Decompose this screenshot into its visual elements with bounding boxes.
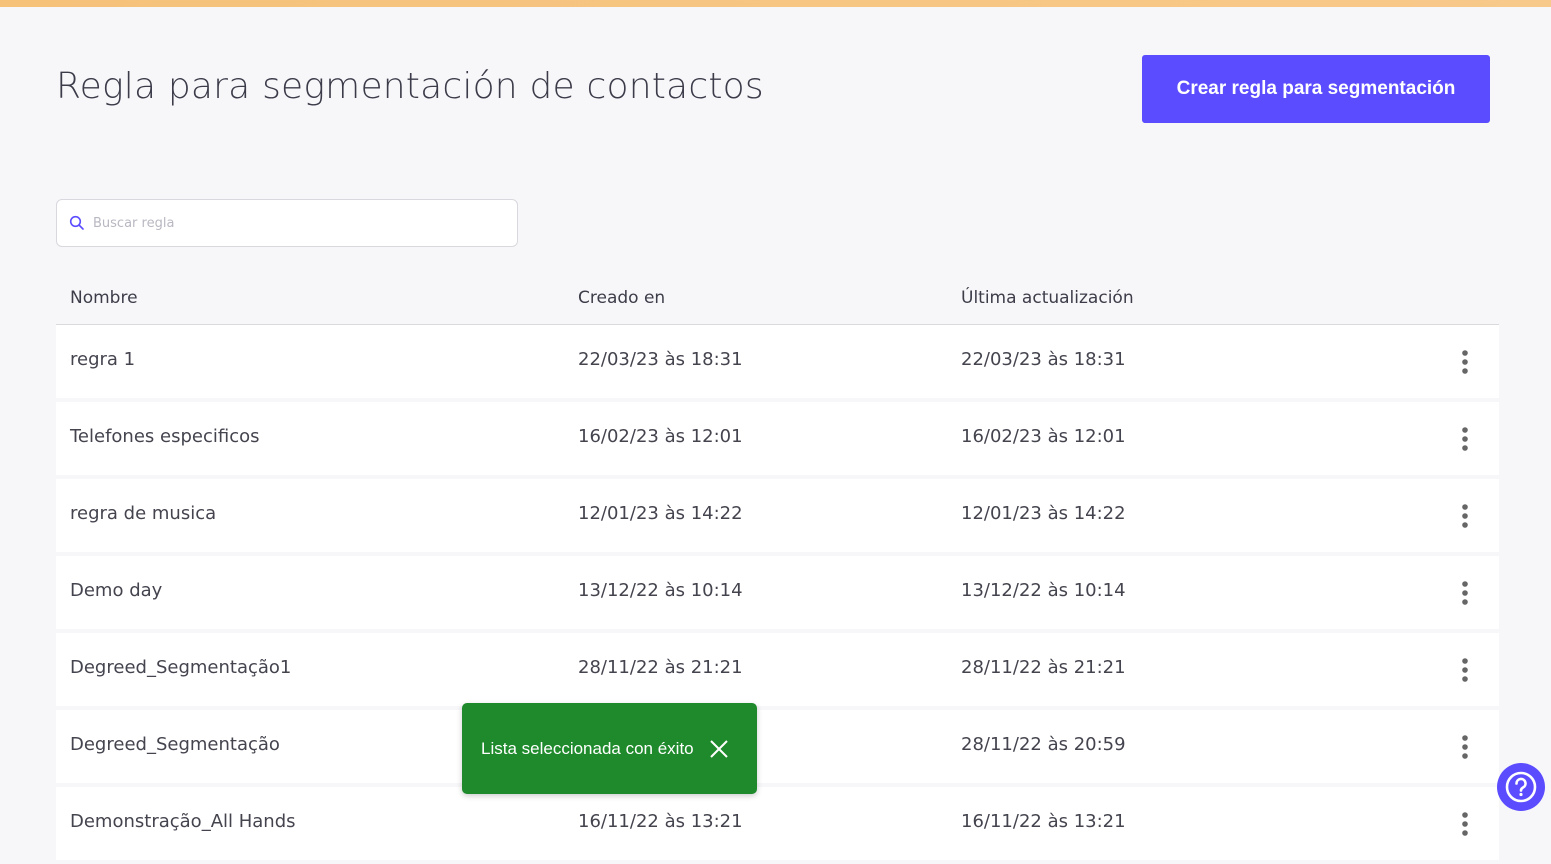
cell-name: regra de musica	[70, 503, 217, 524]
cell-created: 22/03/23 às 18:31	[578, 349, 743, 370]
cell-updated: 16/11/22 às 13:21	[961, 811, 1126, 832]
column-header-created[interactable]: Creado en	[578, 288, 665, 308]
cell-name: Demo day	[70, 580, 163, 601]
cell-created: 16/11/22 às 13:21	[578, 811, 743, 832]
cell-name: Degreed_Segmentação1	[70, 657, 292, 678]
create-rule-button[interactable]: Crear regla para segmentación	[1142, 55, 1490, 123]
search-input[interactable]	[93, 215, 503, 231]
table-row[interactable]: Demonstração_All Hands 16/11/22 às 13:21 1…	[56, 787, 1499, 860]
kebab-menu-icon[interactable]	[1454, 501, 1476, 531]
search-box[interactable]	[56, 199, 518, 247]
cell-name: regra 1	[70, 349, 136, 370]
table-row[interactable]: regra de musica 12/01/23 às 14:22 12/01/23…	[56, 479, 1499, 552]
help-icon	[1503, 769, 1539, 805]
column-header-name[interactable]: Nombre	[70, 288, 138, 308]
cell-updated: 16/02/23 às 12:01	[961, 426, 1126, 447]
cell-updated: 28/11/22 às 20:59	[961, 734, 1126, 755]
cell-updated: 12/01/23 às 14:22	[961, 503, 1126, 524]
toast-message: Lista seleccionada con éxito	[481, 738, 694, 758]
cell-updated: 22/03/23 às 18:31	[961, 349, 1126, 370]
cell-created: 28/11/22 às 21:21	[578, 657, 743, 678]
close-icon[interactable]	[708, 738, 730, 760]
column-header-updated[interactable]: Última actualización	[961, 288, 1134, 308]
table-row[interactable]: Demo day 13/12/22 às 10:14 13/12/22 às 10:…	[56, 556, 1499, 629]
kebab-menu-icon[interactable]	[1454, 578, 1476, 608]
top-accent-bar	[0, 0, 1551, 7]
table-row[interactable]: regra 1 22/03/23 às 18:31 22/03/23 às 18:3…	[56, 325, 1499, 398]
page-title: Regla para segmentación de contactos	[56, 66, 764, 107]
kebab-menu-icon[interactable]	[1454, 809, 1476, 839]
cell-created: 12/01/23 às 14:22	[578, 503, 743, 524]
kebab-menu-icon[interactable]	[1454, 424, 1476, 454]
search-icon	[69, 215, 85, 231]
kebab-menu-icon[interactable]	[1454, 347, 1476, 377]
help-button[interactable]	[1497, 763, 1545, 811]
rules-table: Nombre Creado en Última actualización re…	[56, 274, 1499, 864]
table-row[interactable]: Telefones especificos 16/02/23 às 12:01 16…	[56, 402, 1499, 475]
table-body: regra 1 22/03/23 às 18:31 22/03/23 às 18:3…	[56, 325, 1499, 860]
cell-created: 16/02/23 às 12:01	[578, 426, 743, 447]
kebab-menu-icon[interactable]	[1454, 732, 1476, 762]
cell-name: Degreed_Segmentação	[70, 734, 280, 755]
cell-name: Demonstração_All Hands	[70, 811, 296, 832]
table-row[interactable]: Degreed_Segmentação28/11/22 às 20:5928/1…	[56, 710, 1499, 783]
kebab-menu-icon[interactable]	[1454, 655, 1476, 685]
cell-updated: 28/11/22 às 21:21	[961, 657, 1126, 678]
cell-updated: 13/12/22 às 10:14	[961, 580, 1126, 601]
table-header: Nombre Creado en Última actualización	[56, 274, 1499, 325]
cell-name: Telefones especificos	[70, 426, 260, 447]
cell-created: 13/12/22 às 10:14	[578, 580, 743, 601]
table-row[interactable]: Degreed_Segmentação1 28/11/22 às 21:21 28/…	[56, 633, 1499, 706]
success-toast: Lista seleccionada con éxito	[462, 703, 757, 794]
